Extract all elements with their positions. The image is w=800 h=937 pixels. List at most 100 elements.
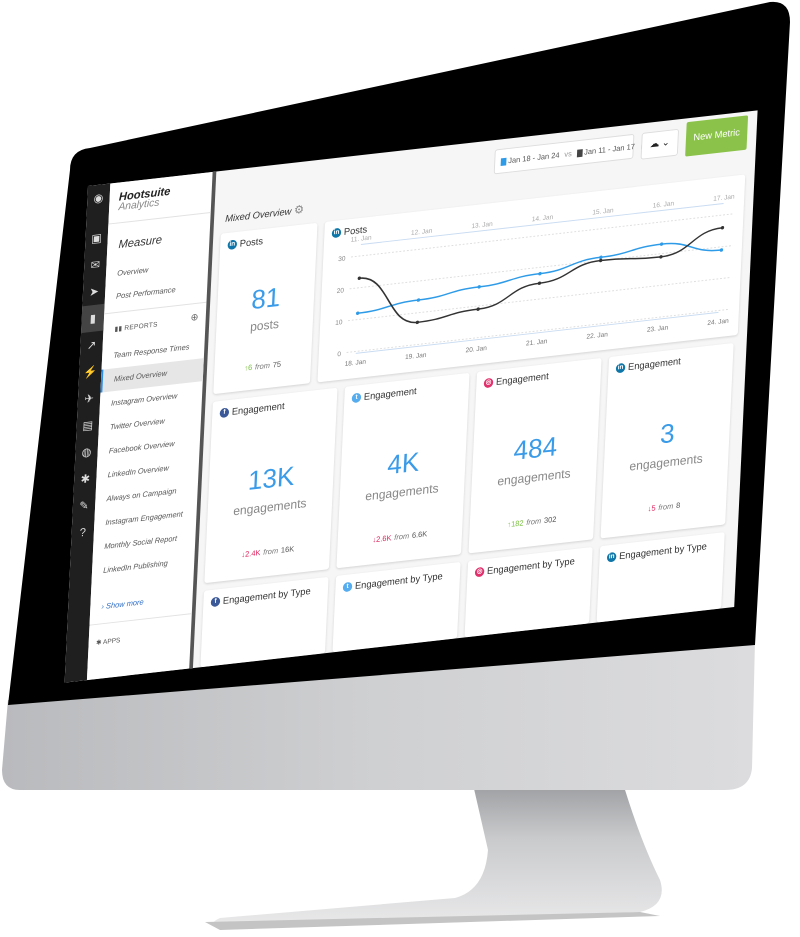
data-point [659,242,664,246]
data-point [477,285,481,289]
data-point [476,307,480,311]
data-point [357,276,361,280]
export-button[interactable]: ☁ ⌄ [640,128,680,160]
primary-x-tick-label: 24. Jan [707,318,729,328]
twitter-engagement-card[interactable]: t Engagement 4K engagements ↓2.6K from 6.6K [336,372,470,569]
assignments-icon[interactable]: ▤ [76,411,100,440]
instagram-engagement-by-type-card[interactable]: ◎ Engagement by Type [464,546,593,638]
apps-icon[interactable]: ✱ [74,464,98,493]
owl-logo-icon[interactable]: ◉ [87,183,111,212]
compare-range-swatch [576,149,583,158]
compare-x-tick-label: 11. Jan [351,234,372,243]
facebook-icon: f [210,596,221,608]
linkedin-engagement-card[interactable]: in Engagement 3 engagements ↓5 from 8 [600,342,734,539]
compare-x-tick-label: 14. Jan [532,214,554,224]
section-title-measure: Measure [118,232,163,251]
linkedin-icon: in [615,363,626,374]
primary-x-tick-label: 23. Jan [647,324,669,334]
primary-x-tick-label: 21. Jan [526,338,548,348]
card-title: t Engagement by Type [342,571,443,593]
facebook-engagement-card[interactable]: f Engagement 13K engagements ↓2.4K from 16K [204,387,338,584]
card-title: f Engagement by Type [210,586,311,608]
data-point [720,225,725,230]
tools-icon[interactable]: ✎ [72,491,96,520]
apps-section[interactable]: ✱ APPS [96,636,121,646]
trends-icon[interactable]: ↗ [80,331,104,360]
reports-section-label: ▮▮ REPORTS [114,321,158,334]
page-title: Mixed Overview [224,206,292,225]
posts-card[interactable]: in Posts 81 posts ↑6 from 75 [213,222,318,395]
card-title: t Engagement [351,386,417,404]
y-tick-label: 10 [335,319,343,327]
launch-icon[interactable]: ✈ [77,384,101,413]
y-tick-label: 20 [337,287,345,295]
date-range-picker[interactable]: Jan 18 - Jan 24 vs Jan 11 - Jan 17 ▦ ⌄ [493,133,660,175]
engagement-delta: ↓2.4K from 16K [241,544,295,560]
linkedin-engagement-by-type-card[interactable]: in Engagement by Type [596,532,725,623]
linkedin-icon: in [606,552,617,563]
show-more-link[interactable]: › Show more [101,598,144,611]
instagram-icon: ◎ [483,378,494,389]
main-content: ● Jan 18 - Jan 24 vs Jan 11 - Jan 17 ▦ ⌄… [193,110,758,668]
primary-x-tick-label: 22. Jan [586,331,608,341]
primary-x-tick-label: 19. Jan [405,352,427,362]
engagement-delta: ↓5 from 8 [647,500,681,514]
data-point [598,258,603,263]
card-title: ◎ Engagement by Type [474,556,575,578]
posts-delta: ↑6 from 75 [244,359,282,373]
data-point [719,248,724,252]
compare-x-tick-label: 17. Jan [713,193,735,203]
compare-x-tick-label: 13. Jan [471,221,493,231]
data-point [355,311,360,315]
streams-icon[interactable]: ▣ [85,224,109,253]
analytics-icon[interactable]: ▮ [81,303,105,334]
primary-range-swatch [500,157,507,166]
facebook-icon: f [219,407,230,419]
divider [108,212,211,225]
primary-x-tick-label: 18. Jan [344,359,366,369]
hootsuite-logo: Hootsuite Analytics [118,184,171,213]
new-metric-button[interactable]: New Metric [685,115,749,157]
card-title: in Posts [227,236,264,251]
add-report-button[interactable]: ⊕ [190,312,198,323]
insights-icon[interactable]: ◍ [75,438,99,467]
data-point [538,271,542,276]
compare-x-tick-label: 12. Jan [411,228,433,238]
primary-x-tick-label: 20. Jan [465,345,487,355]
boost-icon[interactable]: ⚡ [79,357,103,386]
card-title: in Engagement by Type [606,541,708,563]
data-point [416,298,421,302]
cloud-download-icon: ☁ [649,138,660,151]
divider [89,613,192,626]
instagram-icon: ◎ [474,567,485,578]
publisher-icon[interactable]: ➤ [82,277,106,306]
compare-x-tick-label: 16. Jan [653,200,675,210]
help-icon[interactable]: ? [71,518,95,547]
compare-x-axis [360,203,724,245]
data-point [415,320,420,325]
twitter-engagement-by-type-card[interactable]: t Engagement by Type [332,561,461,653]
engagement-delta: ↑182 from 302 [507,514,557,530]
chevron-down-icon: ⌄ [661,137,670,149]
facebook-engagement-by-type-card[interactable]: f Engagement by Type [200,576,329,668]
app-screen: ◉ ▣ ✉ ➤ ▮ ↗ ⚡ ✈ ▤ ◍ ✱ ✎? Hootsuite Analytics Measur… [64,110,758,683]
twitter-icon: t [351,392,362,404]
linkedin-icon: in [227,239,238,251]
card-title: f Engagement [219,401,285,419]
compare-x-tick-label: 15. Jan [592,207,614,217]
twitter-icon: t [342,582,353,593]
monitor-stand [213,780,662,925]
gear-icon[interactable]: ⚙ [294,202,305,217]
data-point [599,255,603,260]
card-title: in Engagement [615,356,681,374]
instagram-engagement-card[interactable]: ◎ Engagement 484 engagements ↑182 from 302 [468,357,602,554]
card-title: ◎ Engagement [483,371,549,389]
engagement-delta: ↓2.6K from 6.6K [372,529,428,545]
inbox-icon[interactable]: ✉ [84,250,108,279]
y-tick-label: 0 [337,351,341,359]
primary-x-axis [355,311,719,354]
data-point [537,281,542,285]
data-point [659,255,663,259]
y-tick-label: 30 [338,255,346,263]
bar-chart-icon: ▮▮ [114,325,125,334]
